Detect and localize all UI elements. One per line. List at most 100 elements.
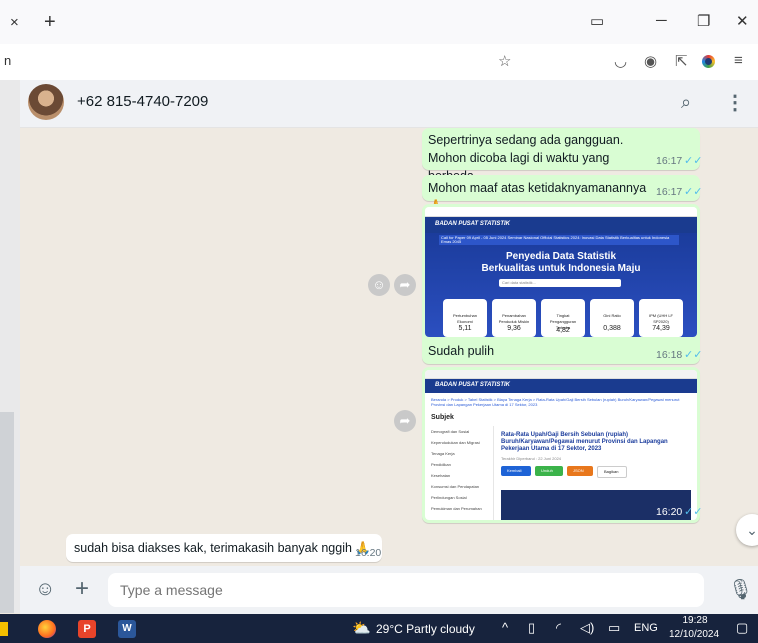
message-time: 16:17: [656, 155, 683, 167]
show-hidden-icons[interactable]: ^: [502, 620, 508, 635]
bps-hero-title: Penyedia Data Statistik: [505, 251, 617, 262]
volume-icon[interactable]: ◁): [580, 620, 594, 636]
message-composer: ⌄ ☺ + 🎙: [20, 514, 758, 614]
bps-button-label: Kembali: [507, 468, 522, 473]
bps-logo-text: BADAN PUSAT STATISTIK: [435, 382, 510, 388]
bps-updated: Terakhir Diperbarui : 22 Juni 2024: [501, 456, 562, 461]
bps-sidebar: Demografi dan Sosial Kependudukan dan Mi…: [431, 426, 494, 520]
read-receipt-icon: ✓✓: [684, 186, 703, 198]
mini-browser-bar: [425, 207, 697, 217]
bps-sidebar-item: Perlindungan Sosial: [431, 495, 467, 500]
stat-label: Gini Ratio: [603, 313, 621, 318]
clock-date[interactable]: 12/10/2024: [664, 629, 724, 640]
new-tab-button[interactable]: +: [44, 11, 56, 34]
emoji-icon[interactable]: ☺: [35, 578, 55, 601]
more-options-icon[interactable]: ⋮: [725, 90, 745, 115]
forward-icon[interactable]: ➦: [394, 274, 416, 296]
clock-time[interactable]: 19:28: [675, 615, 715, 626]
bps-stat-card: Gini Ratio 0,388: [590, 299, 634, 337]
bps-search: Cari data statistik...: [499, 279, 621, 287]
bps-sidebar-item: Tenaga Kerja: [431, 451, 455, 456]
incoming-message[interactable]: sudah bisa diakses kak, terimakasih bany…: [66, 534, 382, 562]
battery-icon[interactable]: ▭: [608, 620, 620, 636]
weather-text[interactable]: 29°C Partly cloudy: [376, 622, 475, 636]
bps-download-button: Unduh: [535, 466, 563, 476]
bps-stat-card: Pertumbuhan Ekonomi 5,11: [443, 299, 487, 337]
message-list[interactable]: Sepertrinya sedang ada gangguan. Mohon d…: [20, 128, 758, 566]
bps-banner: Call for Paper 09 April - 05 Juni 2024 S…: [439, 235, 679, 245]
word-icon[interactable]: W: [118, 620, 136, 638]
bps-button-label: JSON: [573, 468, 584, 473]
menu-icon[interactable]: ≡: [734, 52, 743, 69]
bps-button-label: Unduh: [541, 468, 553, 473]
notification-icon[interactable]: ▢: [736, 620, 748, 636]
bps-sidebar-item: Konsumsi dan Pendapatan: [431, 484, 480, 489]
bookmark-star-icon[interactable]: ☆: [498, 52, 511, 70]
search-icon[interactable]: ⌕: [681, 92, 691, 113]
message-input[interactable]: [108, 573, 704, 607]
outgoing-image-message[interactable]: BADAN PUSAT STATISTIK Beranda > Produk >…: [422, 367, 702, 523]
forward-icon[interactable]: ➦: [394, 410, 416, 432]
message-time: 16:20: [656, 506, 683, 518]
outgoing-message[interactable]: Mohon maaf atas ketidaknyamanannya 🙏 16:…: [422, 175, 703, 213]
tray-icon[interactable]: ▯: [528, 620, 535, 636]
bps-nav: BADAN PUSAT STATISTIK: [425, 217, 697, 233]
chat-list-scroll-edge: [0, 412, 14, 613]
message-text: sudah bisa diakses kak, terimakasih bany…: [74, 541, 371, 555]
bps-hero: Call for Paper 09 April - 05 Juni 2024 S…: [425, 233, 697, 337]
contact-name[interactable]: +62 815-4740-7209: [77, 93, 208, 110]
bps-button-label: Bagikan: [604, 469, 619, 474]
bps-stat-card: Penambahan Penduduk Miskin 9,36: [492, 299, 536, 337]
message-time: 16:17: [656, 186, 683, 198]
bps-sidebar-item: Kesehatan: [431, 473, 451, 478]
close-tab-icon[interactable]: ×: [10, 14, 19, 31]
outgoing-message[interactable]: Sepertrinya sedang ada gangguan. Mohon d…: [422, 128, 702, 183]
profile-color-icon[interactable]: [702, 55, 715, 68]
tab-overview-icon[interactable]: ▭: [590, 12, 604, 30]
language-indicator[interactable]: ENG: [634, 622, 658, 634]
firefox-icon[interactable]: [38, 620, 56, 638]
avatar[interactable]: [28, 84, 64, 120]
bps-subjek-heading: Subjek: [431, 414, 454, 421]
microphone-icon[interactable]: 🎙: [728, 577, 753, 602]
account-icon[interactable]: ◉: [644, 52, 657, 70]
app-icon[interactable]: P: [78, 620, 96, 638]
bps-hero-subtitle: Berkualitas untuk Indonesia Maju: [481, 263, 641, 274]
attach-icon[interactable]: +: [75, 575, 89, 603]
bps-nav: BADAN PUSAT STATISTIK: [425, 379, 697, 393]
stat-label: IPM (UHH LF SP2020): [649, 313, 673, 324]
bps-sidebar-item: Pemukiman dan Perumahan: [431, 506, 482, 511]
restore-button[interactable]: ❐: [697, 12, 710, 30]
file-explorer-icon[interactable]: [0, 622, 8, 636]
emoji-react-icon[interactable]: ☺: [368, 274, 390, 296]
wifi-icon[interactable]: ◜: [556, 620, 561, 636]
browser-tab-strip: × + ▭ ─ ❐ ✕: [0, 0, 758, 44]
mini-browser-bar: [425, 370, 697, 379]
bps-json-button: JSON: [567, 466, 593, 476]
stat-value: 74,39: [652, 325, 670, 332]
outgoing-image-message[interactable]: BADAN PUSAT STATISTIK Call for Paper 09 …: [422, 204, 702, 364]
pocket-icon[interactable]: ◡: [614, 52, 627, 70]
extensions-icon[interactable]: ⇱: [675, 52, 688, 70]
bps-breadcrumb: Beranda > Produk > Tabel Statistik > Bia…: [431, 397, 680, 407]
bps-stat-card: IPM (UHH LF SP2020) 74,39: [639, 299, 683, 337]
screenshot-image[interactable]: BADAN PUSAT STATISTIK Beranda > Produk >…: [425, 370, 697, 520]
image-caption: Sudah pulih: [428, 344, 495, 358]
stat-value: 5,11: [458, 325, 472, 332]
minimize-button[interactable]: ─: [656, 12, 667, 29]
url-text[interactable]: n: [4, 53, 11, 68]
bps-logo-text: BADAN PUSAT STATISTIK: [435, 221, 510, 227]
stat-value: 0,388: [603, 325, 621, 332]
close-window-button[interactable]: ✕: [736, 12, 749, 30]
bps-back-button: Kembali: [501, 466, 531, 476]
screenshot-image[interactable]: BADAN PUSAT STATISTIK Call for Paper 09 …: [425, 207, 697, 337]
address-bar: n ☆ ◡ ◉ ⇱ ≡: [0, 44, 758, 81]
stat-label: Pertumbuhan Ekonomi: [452, 313, 477, 324]
chat-header[interactable]: +62 815-4740-7209 ⌕ ⋮: [20, 80, 758, 128]
bps-table-title: Rata-Rata Upah/Gaji Bersih Sebulan (rupi…: [501, 432, 668, 452]
bps-stat-card: Tingkat Pengangguran Terbuka 4,82: [541, 299, 585, 337]
stat-label: Penambahan Penduduk Miskin: [498, 313, 530, 324]
stat-value: 9,36: [507, 325, 521, 332]
bps-search-placeholder: Cari data statistik...: [502, 280, 537, 285]
weather-icon[interactable]: ⛅: [352, 619, 371, 637]
